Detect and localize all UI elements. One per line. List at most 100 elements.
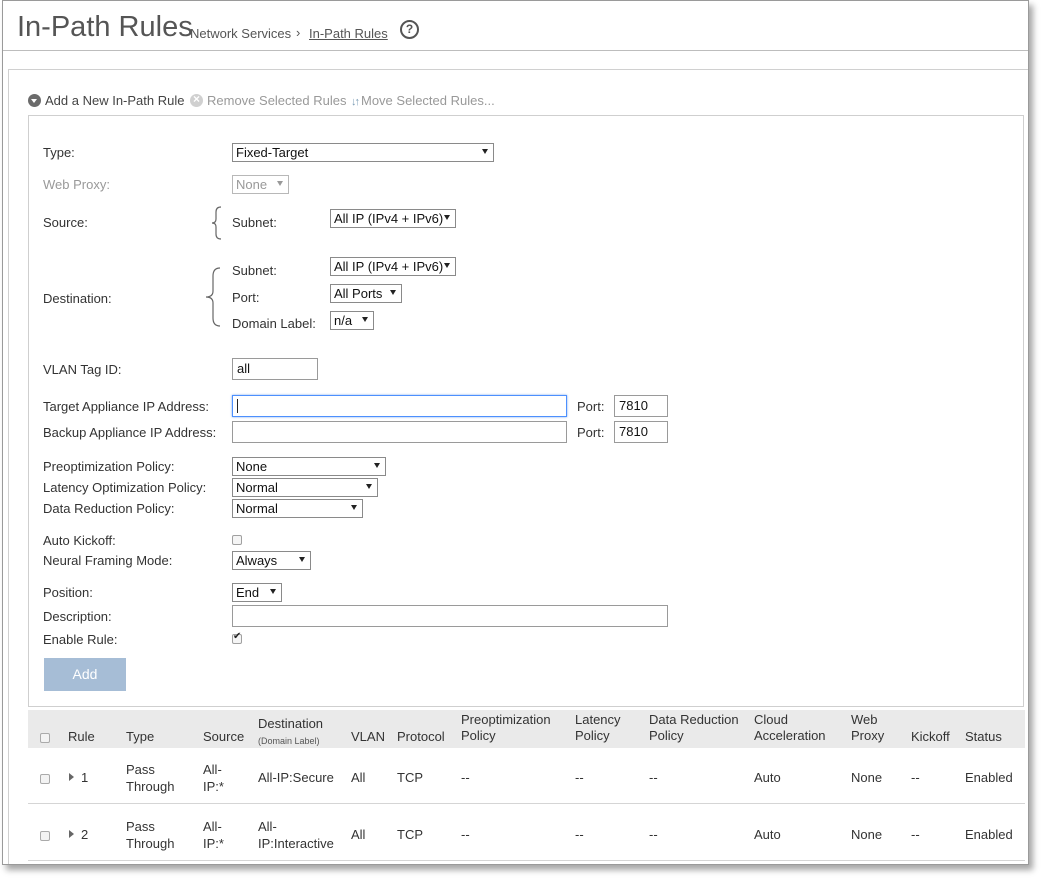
cell-rule: 1 — [81, 770, 89, 785]
col-kickoff[interactable]: Kickoff — [911, 729, 950, 745]
dest-port-label: Port: — [232, 290, 260, 305]
add-button[interactable]: Add — [44, 658, 126, 691]
cell-protocol: TCP — [397, 827, 423, 842]
cell-status: Enabled — [965, 770, 1013, 785]
table-row[interactable]: 1 Pass Through All- IP:* All-IP:Secure A… — [28, 748, 1025, 804]
web-proxy-select: None — [232, 175, 289, 194]
cell-datared: -- — [649, 827, 658, 842]
target-port-label: Port: — [577, 399, 605, 414]
neural-select[interactable]: Always — [232, 551, 311, 570]
col-cloud[interactable]: Cloud Acceleration — [754, 712, 826, 744]
dest-port-select[interactable]: All Ports — [330, 284, 402, 303]
dropdown-arrow-icon — [374, 463, 380, 468]
type-select[interactable]: Fixed-Target — [232, 143, 494, 162]
cell-kickoff: -- — [911, 827, 920, 842]
col-datared[interactable]: Data Reduction Policy — [649, 712, 739, 744]
dest-domain-select[interactable]: n/a — [330, 311, 374, 330]
col-destination[interactable]: Destination (Domain Label) — [258, 716, 323, 749]
col-latency-line1: Latency — [575, 712, 621, 727]
datared-select[interactable]: Normal — [232, 499, 363, 518]
col-vlan[interactable]: VLAN — [351, 729, 385, 745]
col-preopt-line2: Policy — [461, 728, 496, 743]
enable-checkbox[interactable] — [232, 631, 242, 644]
dropdown-arrow-icon — [366, 484, 372, 489]
latency-label: Latency Optimization Policy: — [43, 480, 207, 495]
col-preopt[interactable]: Preoptimization Policy — [461, 712, 551, 744]
cell-preopt: -- — [461, 827, 470, 842]
dest-domain-label: Domain Label: — [232, 316, 316, 331]
select-all-checkbox[interactable] — [40, 733, 50, 743]
latency-value: Normal — [236, 480, 278, 495]
dropdown-arrow-icon — [444, 263, 450, 268]
col-type[interactable]: Type — [126, 729, 154, 745]
autokick-checkbox[interactable] — [232, 535, 242, 545]
position-select[interactable]: End — [232, 583, 282, 602]
vlan-input[interactable]: all — [232, 358, 318, 380]
enable-label: Enable Rule: — [43, 632, 118, 647]
move-arrows-icon: ↓↑ — [351, 96, 360, 108]
col-webproxy-line2: Proxy — [851, 728, 885, 743]
cell-type-line2: Through — [126, 779, 175, 794]
description-input[interactable] — [232, 605, 668, 627]
cell-rule: 2 — [81, 827, 89, 842]
expand-circle-icon — [28, 94, 41, 107]
type-label: Type: — [43, 145, 75, 160]
add-rule-label: Add a New In-Path Rule — [45, 93, 185, 108]
dropdown-arrow-icon — [444, 215, 450, 220]
cell-cloud: Auto — [754, 827, 781, 842]
col-rule[interactable]: Rule — [68, 729, 95, 745]
position-label: Position: — [43, 585, 93, 600]
cell-webproxy: None — [851, 827, 883, 842]
backup-ip-label: Backup Appliance IP Address: — [43, 425, 217, 440]
col-status[interactable]: Status — [965, 729, 1002, 745]
cell-type-line1: Pass — [126, 819, 155, 834]
cell-latency: -- — [575, 770, 584, 785]
help-icon[interactable]: ? — [400, 20, 419, 39]
cell-source-line1: All- — [203, 819, 222, 834]
col-source[interactable]: Source — [203, 729, 244, 745]
col-protocol[interactable]: Protocol — [397, 729, 445, 745]
move-rules-label: Move Selected Rules... — [361, 93, 495, 108]
table-row[interactable]: 2 Pass Through All- IP:* All- IP:Interac… — [28, 805, 1025, 861]
dest-port-value: All Ports — [334, 286, 383, 301]
breadcrumb-current[interactable]: In-Path Rules — [309, 26, 388, 41]
expand-row-icon[interactable] — [69, 773, 74, 781]
cell-source-line1: All- — [203, 762, 222, 777]
target-ip-label: Target Appliance IP Address: — [43, 399, 209, 414]
cell-cloud: Auto — [754, 770, 781, 785]
cell-source: All- IP:* — [203, 761, 224, 795]
remove-rules-button[interactable]: Remove Selected Rules — [190, 92, 346, 109]
row-checkbox[interactable] — [40, 774, 50, 784]
cell-destination: All-IP:Secure — [258, 769, 334, 786]
backup-ip-input[interactable] — [232, 421, 567, 443]
neural-label: Neural Framing Mode: — [43, 553, 173, 568]
web-proxy-label: Web Proxy: — [43, 177, 110, 192]
neural-value: Always — [236, 553, 278, 568]
dest-domain-value: n/a — [334, 313, 353, 328]
destination-brace-icon — [205, 267, 221, 327]
cell-source: All- IP:* — [203, 818, 224, 852]
move-rules-button[interactable]: ↓↑ Move Selected Rules... — [351, 93, 495, 109]
target-port-input[interactable]: 7810 — [614, 395, 668, 417]
row-checkbox[interactable] — [40, 831, 50, 841]
add-rule-toggle[interactable]: Add a New In-Path Rule — [28, 93, 184, 109]
col-webproxy[interactable]: Web Proxy — [851, 712, 884, 744]
backup-port-input[interactable]: 7810 — [614, 421, 668, 443]
latency-select[interactable]: Normal — [232, 478, 378, 497]
type-select-value: Fixed-Target — [236, 145, 309, 160]
breadcrumb-network-services[interactable]: Network Services — [190, 26, 291, 41]
expand-row-icon[interactable] — [69, 830, 74, 838]
dropdown-arrow-icon — [390, 290, 396, 295]
target-ip-input[interactable] — [232, 395, 567, 417]
source-subnet-select[interactable]: All IP (IPv4 + IPv6) — [330, 209, 456, 228]
dropdown-arrow-icon — [270, 589, 276, 594]
col-latency[interactable]: Latency Policy — [575, 712, 621, 744]
page-header: In-Path Rules Network Services › In-Path… — [3, 1, 1028, 51]
cell-latency: -- — [575, 827, 584, 842]
cell-destination: All- IP:Interactive — [258, 818, 334, 852]
destination-label: Destination: — [43, 291, 112, 306]
col-datared-line2: Policy — [649, 728, 684, 743]
datared-value: Normal — [236, 501, 278, 516]
preopt-select[interactable]: None — [232, 457, 386, 476]
dest-subnet-select[interactable]: All IP (IPv4 + IPv6) — [330, 257, 456, 276]
